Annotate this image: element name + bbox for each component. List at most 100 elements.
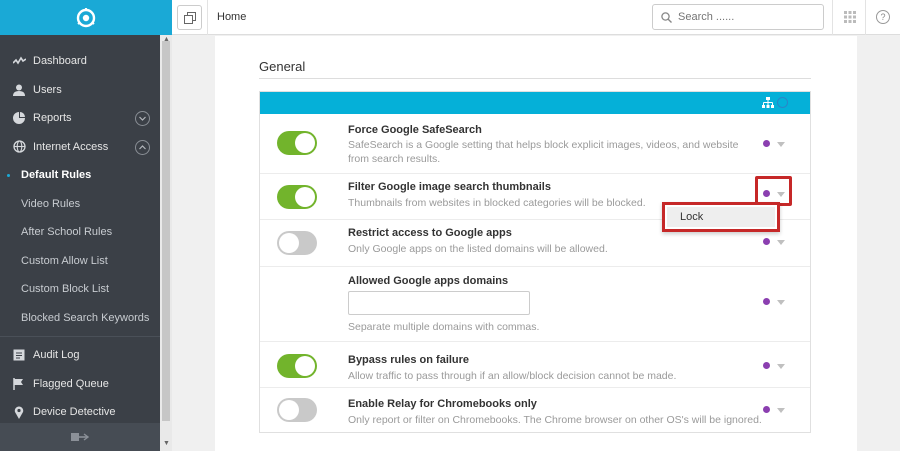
setting-description: Allow traffic to pass through if an allo… — [348, 370, 677, 382]
log-icon — [12, 348, 26, 362]
setting-row-safesearch: Force Google SafeSearch SafeSearch is a … — [260, 114, 810, 174]
toggle-knob — [295, 187, 315, 207]
setting-row-relay-chromebooks: Enable Relay for Chromebooks only Only r… — [260, 388, 810, 432]
setting-title: Force Google SafeSearch — [348, 124, 482, 136]
sidebar-collapse-button[interactable] — [0, 423, 160, 451]
lock-dropdown-caret-icon[interactable] — [777, 142, 785, 147]
chevron-up-icon[interactable] — [135, 139, 150, 155]
setting-row-allowed-domains: Allowed Google apps domains Separate mul… — [260, 266, 810, 342]
safesearch-toggle[interactable] — [277, 131, 317, 155]
sidebar-subitem-label: Video Rules — [21, 197, 81, 210]
sidebar-item-label: Flagged Queue — [33, 377, 109, 390]
lock-status-dot[interactable] — [763, 298, 770, 305]
setting-title: Enable Relay for Chromebooks only — [348, 398, 537, 410]
sidebar-item-flagged-queue[interactable]: Flagged Queue — [0, 370, 160, 399]
section-title: General — [259, 59, 306, 74]
setting-description: SafeSearch is a Google setting that help… — [348, 139, 739, 165]
setting-description: Only Google apps on the listed domains w… — [348, 243, 608, 255]
lock-dropdown-caret-icon[interactable] — [777, 408, 785, 413]
sidebar-subitem-after-school-rules[interactable]: After School Rules — [0, 218, 160, 247]
user-icon — [12, 83, 26, 97]
sidebar-subitem-video-rules[interactable]: Video Rules — [0, 190, 160, 219]
windows-icon — [183, 11, 196, 24]
settings-panel: Force Google SafeSearch SafeSearch is a … — [259, 91, 811, 433]
sidebar-item-label: Reports — [33, 112, 72, 125]
sidebar-subitem-custom-allow-list[interactable]: Custom Allow List — [0, 247, 160, 276]
restrict-google-apps-toggle[interactable] — [277, 231, 317, 255]
setting-title: Filter Google image search thumbnails — [348, 181, 551, 193]
sidebar-subitem-label: Custom Allow List — [21, 254, 108, 267]
chevron-down-icon[interactable] — [135, 111, 150, 126]
collapse-sidebar-icon — [71, 433, 89, 441]
panel-header — [260, 92, 810, 114]
setting-description: Separate multiple domains with commas. — [348, 321, 540, 333]
search-icon — [661, 11, 672, 23]
setting-title: Restrict access to Google apps — [348, 227, 512, 239]
bypass-on-failure-toggle[interactable] — [277, 354, 317, 378]
hierarchy-icon[interactable] — [762, 97, 774, 109]
top-bar-divider — [832, 0, 833, 35]
sidebar-item-label: Users — [33, 83, 62, 96]
sidebar-item-label: Internet Access — [33, 140, 109, 153]
app-logo-icon[interactable] — [75, 7, 97, 29]
lock-status-dot[interactable] — [763, 238, 770, 245]
top-bar-divider — [865, 0, 866, 35]
section-divider — [259, 78, 811, 79]
lock-dropdown-caret-icon[interactable] — [777, 240, 785, 245]
main-content: General Force Google SafeSearch SafeSear… — [215, 36, 857, 451]
sidebar-subitem-custom-block-list[interactable]: Custom Block List — [0, 275, 160, 304]
setting-row-bypass-on-failure: Bypass rules on failure Allow traffic to… — [260, 342, 810, 388]
location-pin-icon — [12, 405, 26, 419]
sidebar-item-label: Dashboard — [33, 55, 87, 68]
setting-title: Allowed Google apps domains — [348, 275, 509, 287]
toggle-knob — [295, 356, 315, 376]
sidebar-item-reports[interactable]: Reports — [0, 104, 160, 133]
sidebar-item-label: Device Detective — [33, 406, 116, 419]
sidebar-item-device-detective[interactable]: Device Detective — [0, 398, 160, 423]
sidebar-subitem-label: Blocked Search Keywords — [21, 311, 150, 324]
window-toggle-button[interactable] — [177, 5, 202, 30]
sidebar-item-users[interactable]: Users — [0, 76, 160, 105]
sidebar-subitem-label: Custom Block List — [21, 283, 110, 296]
globe-icon — [12, 140, 26, 154]
setting-description: Only report or filter on Chromebooks. Th… — [348, 414, 762, 426]
lock-menu-item[interactable]: Lock — [667, 207, 775, 227]
help-icon[interactable]: ? — [876, 10, 890, 24]
toggle-knob — [295, 133, 315, 153]
sidebar-item-label: Audit Log — [33, 349, 80, 362]
apps-grid-icon[interactable] — [844, 11, 856, 26]
sidebar-item-dashboard[interactable]: Dashboard — [0, 47, 160, 76]
lock-dropdown-caret-icon[interactable] — [777, 300, 785, 305]
lock-status-dot[interactable] — [763, 140, 770, 147]
search-input[interactable] — [678, 11, 808, 23]
sidebar-subitem-label: Default Rules — [21, 169, 92, 182]
sidebar-item-internet-access[interactable]: Internet Access — [0, 133, 160, 162]
info-circle-icon[interactable] — [777, 97, 788, 108]
flag-icon — [12, 377, 26, 391]
sidebar: Dashboard Users Reports Internet Access — [0, 0, 172, 451]
lock-dropdown-menu: Lock — [662, 202, 780, 232]
sidebar-nav: Dashboard Users Reports Internet Access — [0, 35, 160, 423]
image-thumbnails-toggle[interactable] — [277, 185, 317, 209]
sidebar-subitem-blocked-search-keywords[interactable]: Blocked Search Keywords — [0, 304, 160, 333]
logo-bar — [0, 0, 172, 35]
sidebar-divider — [0, 336, 160, 337]
toggle-knob — [279, 400, 299, 420]
allowed-domains-input[interactable] — [348, 291, 530, 315]
sidebar-item-audit-log[interactable]: Audit Log — [0, 341, 160, 370]
toggle-knob — [279, 233, 299, 253]
top-bar: Home ? — [172, 0, 900, 35]
sidebar-scrollbar[interactable]: ▲ ▼ — [160, 35, 172, 451]
search-box[interactable] — [652, 4, 824, 30]
sidebar-subitem-default-rules[interactable]: Default Rules — [0, 161, 160, 190]
pie-chart-icon — [12, 111, 26, 125]
lock-dropdown-caret-icon[interactable] — [777, 364, 785, 369]
top-bar-divider — [207, 0, 208, 35]
lock-status-dot[interactable] — [763, 406, 770, 413]
sidebar-subitem-label: After School Rules — [21, 226, 113, 239]
scrollbar-thumb[interactable] — [162, 41, 170, 421]
setting-title: Bypass rules on failure — [348, 354, 470, 366]
scroll-down-arrow-icon[interactable]: ▼ — [163, 440, 170, 447]
lock-status-dot[interactable] — [763, 362, 770, 369]
relay-chromebooks-toggle[interactable] — [277, 398, 317, 422]
